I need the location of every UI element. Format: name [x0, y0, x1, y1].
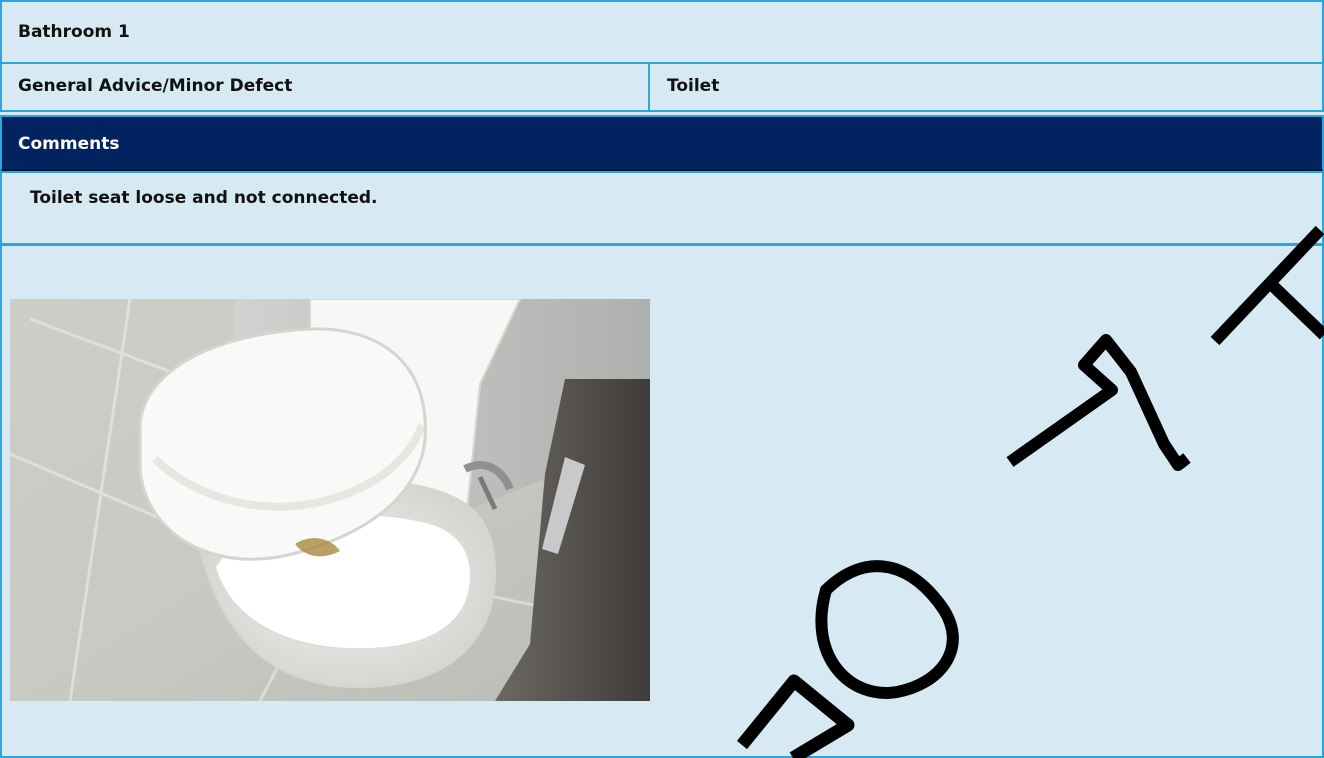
comment-text: Toilet seat loose and not connected.: [30, 188, 378, 208]
defect-summary-row: General Advice/Minor Defect Toilet: [0, 62, 1324, 112]
comments-header-row: Comments: [0, 115, 1324, 172]
toilet-photo-illustration: [10, 299, 650, 701]
comments-header: Comments: [18, 134, 120, 154]
comment-body-row: Toilet seat loose and not connected.: [0, 171, 1324, 245]
section-title: Bathroom 1: [18, 22, 130, 42]
column-divider: [648, 64, 650, 110]
defect-item: Toilet: [667, 76, 720, 96]
section-title-row: Bathroom 1: [0, 0, 1324, 64]
defect-category: General Advice/Minor Defect: [18, 76, 293, 96]
inspection-report-table: Bathroom 1 General Advice/Minor Defect T…: [0, 0, 1324, 758]
report-page: Bathroom 1 General Advice/Minor Defect T…: [0, 0, 1324, 758]
defect-photo: [10, 299, 650, 701]
